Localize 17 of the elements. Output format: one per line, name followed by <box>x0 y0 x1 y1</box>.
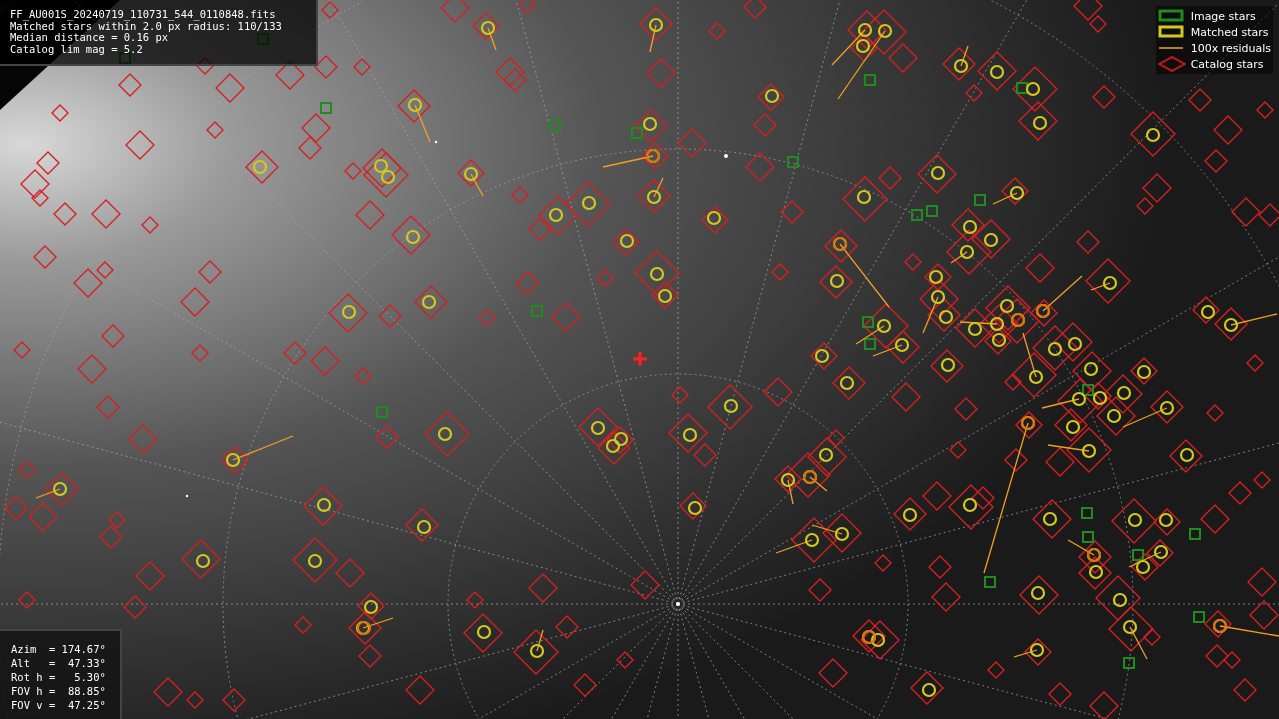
legend-label: Image stars <box>1190 9 1256 23</box>
legend-label: 100x residuals <box>1190 41 1271 55</box>
rectangle-icon <box>1157 24 1186 40</box>
info-line: FF_AU001S_20240719_110731_544_0110848.fits <box>10 9 277 21</box>
rectangle-icon <box>1157 8 1186 24</box>
info-line: Matched stars within 2.0 px radius: 110/133 <box>10 20 283 32</box>
pointing-line: FOV v = 47.25° <box>11 698 107 712</box>
info-line: Median distance = 0.16 px <box>10 32 169 44</box>
pointing-line: Rot h = 5.30° <box>11 670 107 684</box>
legend-label: Catalog stars <box>1190 57 1264 71</box>
pointing-line: Alt = 47.33° <box>11 656 107 670</box>
pointing-line: FOV h = 88.85° <box>11 684 107 698</box>
pointing-line: Azim = 174.67° <box>11 642 107 656</box>
info-line: Catalog lim mag = 5.2 <box>10 43 144 55</box>
diamond-icon <box>1157 56 1186 72</box>
line-icon <box>1157 47 1186 49</box>
legend-label: Matched stars <box>1190 25 1269 39</box>
